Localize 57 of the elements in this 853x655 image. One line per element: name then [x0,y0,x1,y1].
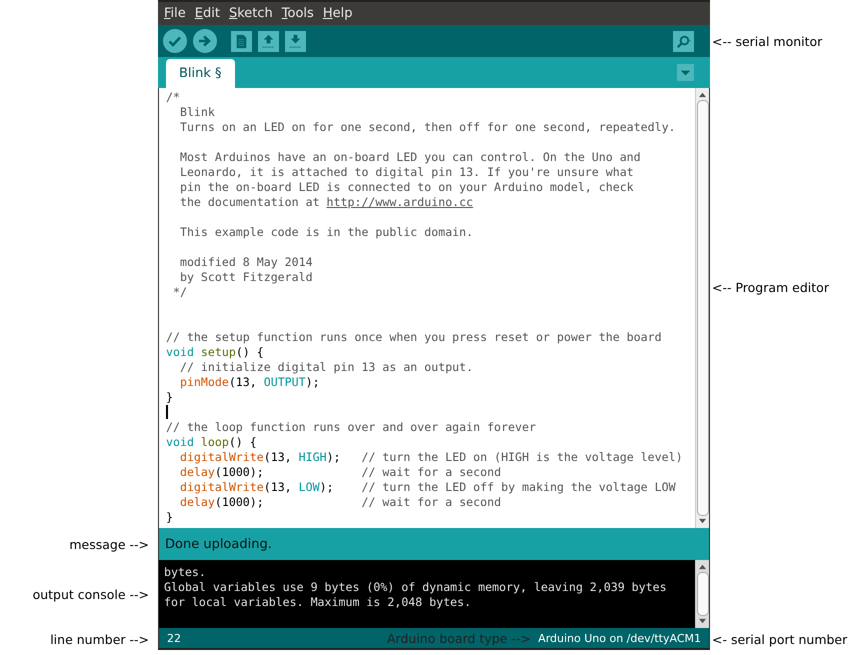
code-line: delay(1000); // wait for a second [178,495,502,510]
scroll-up-icon[interactable] [698,91,707,98]
annotation-label: <-- serial monitor [712,34,822,48]
code-line: Turns on an LED on for one second, then off for one second, repeatedly. [178,120,677,135]
scroll-down-icon[interactable] [698,618,707,625]
code-line: the documentation at http://www.arduino.cc [178,195,474,210]
console-line: bytes. [164,565,207,580]
code-line: pinMode(13, OUTPUT); [178,375,321,390]
code-line: } [166,510,174,525]
editor-tab[interactable]: Blink § [166,59,235,88]
code-line: pin the on-board LED is connected to on your Arduino model, check [178,180,635,195]
code-line: // initialize digital pin 13 as an output. [178,360,474,375]
scroll-down-icon[interactable] [698,518,707,525]
annotation-label: <- serial port number [712,632,848,646]
code-line: Leonardo, it is attached to digital pin 13. If you're unsure what [178,165,635,180]
code-line: Most Arduinos have an on-board LED you can control. On the Uno and [178,150,642,165]
menu-item[interactable]: Help [322,6,352,21]
scrollbar[interactable] [695,560,709,628]
scroll-thumb[interactable] [696,572,708,616]
annotation-label: line number --> [50,632,149,646]
code-line: // the setup function runs once when you press reset or power the board [166,330,663,345]
menu-item[interactable]: Edit [194,6,220,21]
scroll-up-icon[interactable] [698,563,707,570]
magnifier-icon[interactable] [673,30,694,52]
text-cursor [166,405,168,419]
code-line: // the loop function runs over and over again forever [166,420,537,435]
checkmark-icon[interactable] [163,29,187,53]
code-line: This example code is in the public domain. [178,225,474,240]
annotation-label: Arduino board type --> [386,630,532,646]
console-line: Global variables use 9 bytes (0%) of dynamic memory, leaving 2,039 bytes [164,580,668,595]
scroll-thumb[interactable] [696,100,708,516]
code-line: void loop() { [166,435,258,450]
line-number: 22 [167,632,182,644]
link[interactable]: http://www.arduino.cc [326,195,474,209]
code-line: digitalWrite(13, HIGH); // turn the LED on (HIGH is the voltage level) [178,450,684,465]
code-line: /* [166,90,181,105]
console-line: for local variables. Maximum is 2,048 bytes. [164,595,472,610]
code-line: */ [172,285,188,300]
board-port-label: Arduino Uno on /dev/ttyACM1 [538,632,701,644]
code-line: Blink [178,105,216,120]
menu-item[interactable]: Tools [282,6,314,21]
code-line: modified 8 May 2014 [178,255,314,270]
code-editor[interactable] [158,88,710,528]
code-line: delay(1000); // wait for a second [178,465,502,480]
status-message: Done uploading. [165,536,272,552]
code-line: digitalWrite(13, LOW); // turn the LED off by making the voltage LOW [178,480,677,495]
menu-item[interactable]: File [164,6,186,21]
code-line: by Scott Fitzgerald [178,270,314,285]
annotation-label: <-- Program editor [712,280,829,295]
document-icon[interactable] [231,30,252,52]
menu-item[interactable]: Sketch [228,6,273,21]
scrollbar[interactable] [695,88,709,528]
annotation-label: message --> [69,536,149,552]
dropdown-icon[interactable] [677,64,694,81]
annotation-label: output console --> [32,586,149,602]
code-line: void setup() { [166,345,265,360]
code-line: } [166,390,174,405]
